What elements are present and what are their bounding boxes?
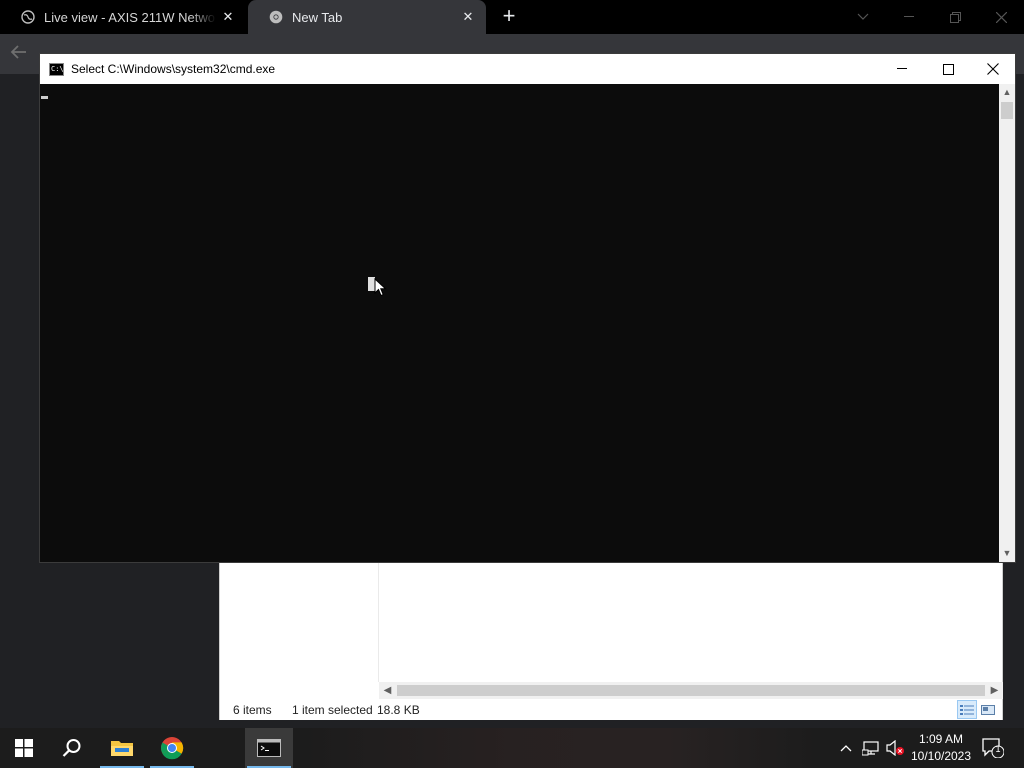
navigation-pane: [220, 561, 379, 682]
start-button[interactable]: [0, 728, 48, 768]
search-button[interactable]: [48, 728, 96, 768]
file-explorer-button[interactable]: [98, 728, 146, 768]
close-tab-icon[interactable]: ✕: [456, 9, 480, 25]
action-center-button[interactable]: 1: [980, 728, 1006, 768]
selection-count: 1 item selected: [292, 703, 373, 717]
globe-icon: [20, 9, 36, 25]
file-explorer-icon: [111, 741, 133, 756]
tab-title: New Tab: [292, 9, 343, 25]
close-tab-icon[interactable]: ✕: [216, 9, 240, 25]
tab-live-view[interactable]: Live view - AXIS 211W Network ✕: [0, 0, 246, 34]
clock-date: 10/10/2023: [910, 749, 972, 763]
large-icons-view-icon[interactable]: [978, 700, 998, 719]
terminal-output[interactable]: [40, 84, 999, 562]
scroll-left-icon[interactable]: ◀: [379, 682, 396, 699]
new-tab-button[interactable]: +: [496, 4, 522, 30]
details-view-icon[interactable]: [957, 700, 977, 719]
close-button[interactable]: [970, 54, 1016, 84]
chrome-button[interactable]: [148, 728, 196, 768]
vertical-scrollbar[interactable]: ▲ ▼: [999, 84, 1015, 562]
tab-title: Live view - AXIS 211W Network: [44, 9, 216, 25]
show-hidden-icons-icon[interactable]: [836, 728, 856, 768]
tab-search-icon[interactable]: [840, 0, 886, 34]
search-icon: [62, 739, 81, 757]
mouse-pointer-icon: [374, 277, 388, 298]
text-cursor: [41, 96, 48, 99]
back-arrow-icon[interactable]: [10, 44, 28, 65]
minimize-button[interactable]: [879, 54, 925, 84]
cmd-window[interactable]: C:\ Select C:\Windows\system32\cmd.exe ▲…: [39, 53, 1016, 563]
maximize-button[interactable]: [925, 54, 971, 84]
system-clock[interactable]: 1:09 AM 10/10/2023: [905, 731, 977, 765]
cmd-app-icon: C:\: [49, 62, 64, 76]
chrome-icon: [160, 737, 184, 760]
item-count: 6 items: [233, 703, 272, 717]
restore-icon[interactable]: [932, 0, 978, 34]
wallpaper-strip: [300, 728, 820, 768]
close-icon[interactable]: [978, 0, 1024, 34]
cmd-title-bar[interactable]: C:\ Select C:\Windows\system32\cmd.exe: [40, 54, 1015, 84]
taskbar: 1:09 AM 10/10/2023 1: [0, 728, 1024, 768]
status-bar: 6 items 1 item selected 18.8 KB: [220, 699, 1002, 720]
scrollbar-thumb[interactable]: [1001, 102, 1013, 119]
tab-new-tab[interactable]: New Tab ✕: [248, 0, 486, 34]
horizontal-scrollbar[interactable]: ◀ ▶: [379, 682, 1003, 699]
volume-muted-icon[interactable]: [884, 728, 906, 768]
clock-time: 1:09 AM: [918, 732, 964, 746]
browser-tab-strip: Live view - AXIS 211W Network ✕ New Tab …: [0, 0, 1024, 34]
scroll-down-icon[interactable]: ▼: [999, 545, 1015, 562]
file-explorer-window: ◀ ▶ 6 items 1 item selected 18.8 KB: [219, 560, 1003, 720]
window-title: Select C:\Windows\system32\cmd.exe: [71, 62, 276, 76]
network-icon[interactable]: [860, 728, 882, 768]
notification-count: 1: [995, 744, 1001, 754]
scroll-up-icon[interactable]: ▲: [999, 84, 1015, 101]
windows-logo-icon: [15, 739, 33, 757]
scrollbar-thumb[interactable]: [397, 685, 985, 696]
scroll-right-icon[interactable]: ▶: [986, 682, 1003, 699]
cmd-taskbar-button[interactable]: [245, 728, 293, 768]
selection-size: 18.8 KB: [377, 703, 420, 717]
chrome-icon: [268, 9, 284, 25]
minimize-icon[interactable]: [886, 0, 932, 34]
cmd-icon: [257, 739, 281, 757]
